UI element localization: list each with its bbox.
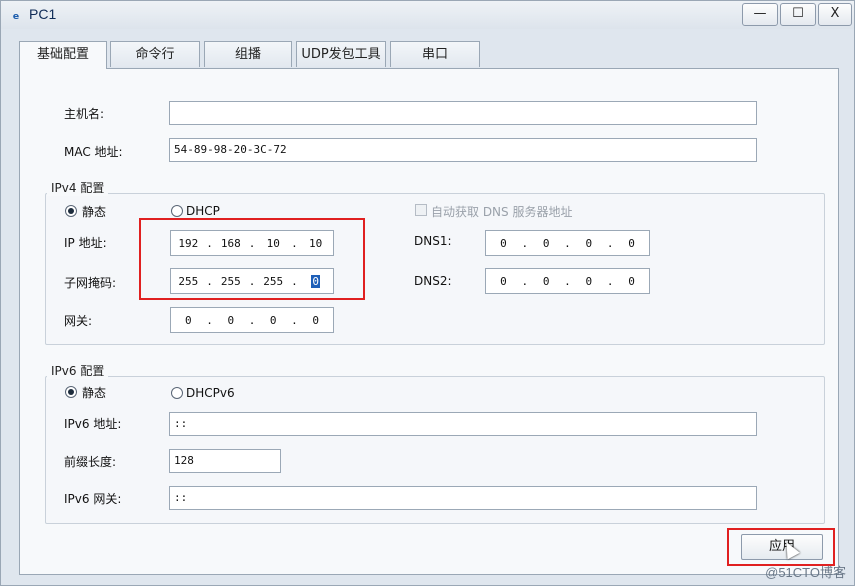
hostname-label: 主机名: bbox=[64, 107, 105, 121]
dns2-dot: . bbox=[606, 274, 614, 288]
mac-address-field: 54-89-98-20-3C-72 bbox=[169, 138, 757, 162]
dns2-dot: . bbox=[521, 274, 529, 288]
dns1-octet-4[interactable]: 0 bbox=[614, 237, 649, 250]
close-button[interactable]: X bbox=[818, 3, 852, 26]
dns2-octet-2[interactable]: 0 bbox=[529, 275, 564, 288]
ipv6-gateway-input[interactable]: :: bbox=[169, 486, 757, 510]
subnet-mask-label: 子网掩码: bbox=[64, 276, 117, 290]
title-bar: ₑ PC1 — ☐ X bbox=[1, 1, 854, 29]
dns2-dot: . bbox=[564, 274, 571, 288]
dns1-octet-3[interactable]: 0 bbox=[571, 237, 606, 250]
ip-address-label: IP 地址: bbox=[64, 236, 107, 250]
ipv4-dhcp-radio[interactable] bbox=[171, 205, 183, 217]
hostname-input[interactable] bbox=[169, 101, 757, 125]
dns1-dot: . bbox=[564, 236, 571, 250]
gw-octet-1[interactable]: 0 bbox=[171, 314, 206, 327]
dns1-dot: . bbox=[521, 236, 529, 250]
dns1-input[interactable]: 0. 0. 0. 0 bbox=[485, 230, 650, 256]
gw-dot: . bbox=[248, 313, 256, 327]
prefix-length-label: 前缀长度: bbox=[64, 455, 117, 469]
tab-serial[interactable]: 串口 bbox=[390, 41, 480, 67]
tab-command-line[interactable]: 命令行 bbox=[110, 41, 200, 67]
tab-basic-config[interactable]: 基础配置 bbox=[19, 41, 107, 69]
mac-label: MAC 地址: bbox=[64, 145, 123, 159]
highlight-box-ip-mask bbox=[139, 218, 365, 300]
ipv6-address-input[interactable]: :: bbox=[169, 412, 757, 436]
dns2-octet-3[interactable]: 0 bbox=[571, 275, 606, 288]
maximize-button[interactable]: ☐ bbox=[780, 3, 816, 26]
ipv4-static-label: 静态 bbox=[82, 205, 107, 219]
ipv4-group-title: IPv4 配置 bbox=[47, 179, 109, 196]
dns2-octet-1[interactable]: 0 bbox=[486, 275, 521, 288]
dns1-octet-2[interactable]: 0 bbox=[529, 237, 564, 250]
ipv6-dhcpv6-label: DHCPv6 bbox=[186, 386, 235, 400]
dns-auto-label: 自动获取 DNS 服务器地址 bbox=[431, 205, 573, 219]
gw-dot: . bbox=[291, 313, 298, 327]
dns1-octet-1[interactable]: 0 bbox=[486, 237, 521, 250]
gw-dot: . bbox=[206, 313, 213, 327]
gateway-label: 网关: bbox=[64, 314, 93, 328]
dns2-input[interactable]: 0. 0. 0. 0 bbox=[485, 268, 650, 294]
prefix-length-input[interactable]: 128 bbox=[169, 449, 281, 473]
dns-auto-checkbox bbox=[415, 204, 427, 216]
gw-octet-4[interactable]: 0 bbox=[298, 314, 333, 327]
watermark: @51CTO博客 bbox=[765, 565, 846, 580]
ipv6-static-label: 静态 bbox=[82, 386, 107, 400]
gw-octet-2[interactable]: 0 bbox=[213, 314, 248, 327]
ipv4-dhcp-label: DHCP bbox=[186, 204, 220, 218]
dns1-dot: . bbox=[606, 236, 614, 250]
dns2-label: DNS2: bbox=[414, 274, 452, 288]
tab-multicast[interactable]: 组播 bbox=[204, 41, 292, 67]
basic-config-panel: 主机名: MAC 地址: 54-89-98-20-3C-72 IPv4 配置 静… bbox=[19, 68, 839, 575]
window-title: PC1 bbox=[29, 6, 57, 22]
ipv6-gateway-label: IPv6 网关: bbox=[64, 492, 122, 506]
ipv6-dhcpv6-radio[interactable] bbox=[171, 387, 183, 399]
ipv6-static-radio[interactable] bbox=[65, 386, 77, 398]
pc1-window: ₑ PC1 — ☐ X 基础配置 命令行 组播 UDP发包工具 串口 主机名: … bbox=[0, 0, 855, 586]
app-icon: ₑ bbox=[12, 5, 20, 23]
ipv6-address-label: IPv6 地址: bbox=[64, 417, 122, 431]
tab-udp-tool[interactable]: UDP发包工具 bbox=[296, 41, 386, 67]
ipv6-group-title: IPv6 配置 bbox=[47, 362, 109, 379]
gateway-input[interactable]: 0. 0. 0. 0 bbox=[170, 307, 334, 333]
gw-octet-3[interactable]: 0 bbox=[256, 314, 291, 327]
dns1-label: DNS1: bbox=[414, 234, 452, 248]
dns2-octet-4[interactable]: 0 bbox=[614, 275, 649, 288]
ipv4-static-radio[interactable] bbox=[65, 205, 77, 217]
minimize-button[interactable]: — bbox=[742, 3, 778, 26]
